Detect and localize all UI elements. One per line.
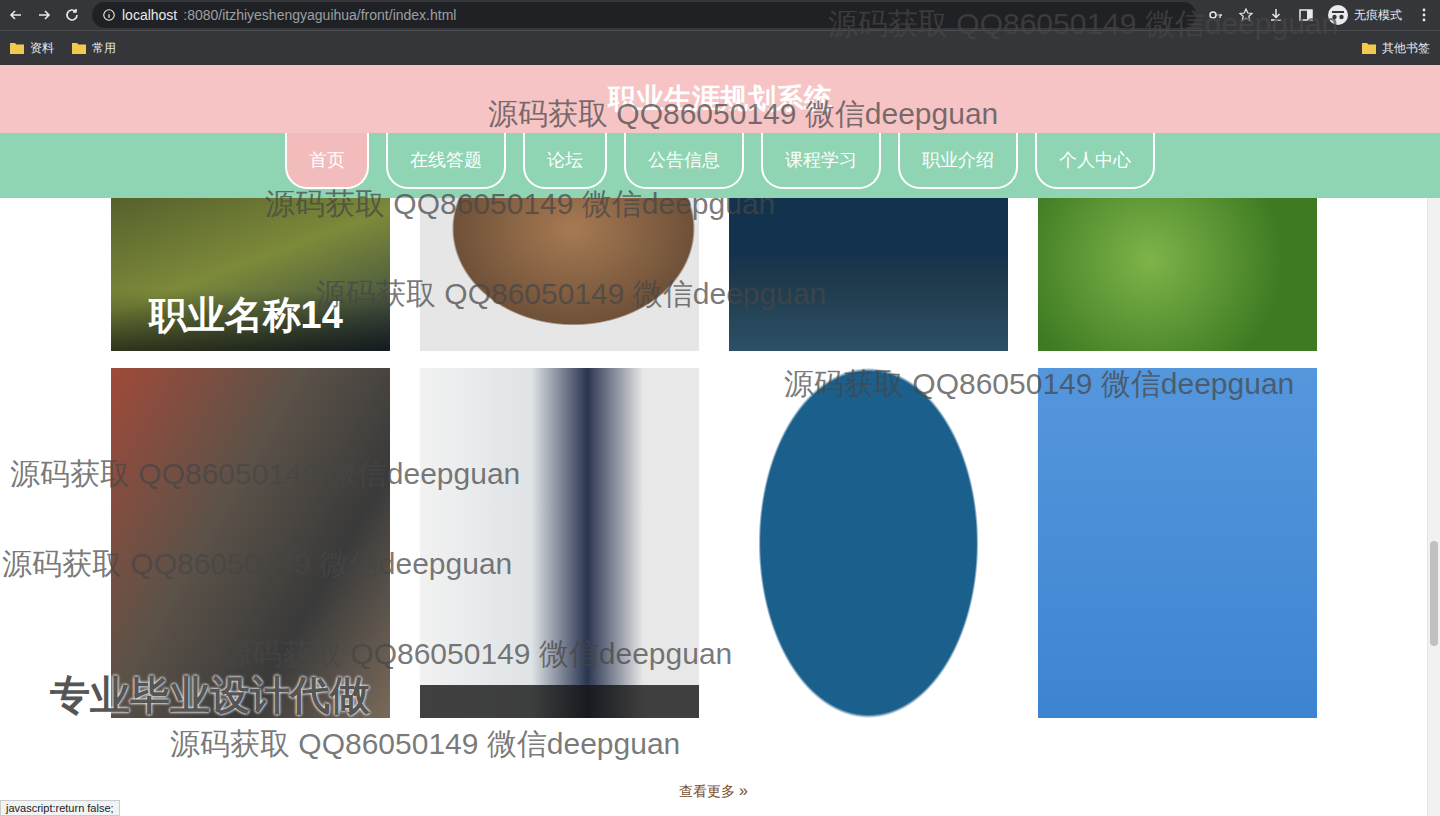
profile-label: 无痕模式 [1354, 7, 1402, 24]
watermark: 源码获取 QQ86050149 微信deepguan [222, 634, 732, 675]
incognito-icon [1328, 5, 1348, 25]
key-icon[interactable] [1208, 7, 1224, 23]
career-card[interactable] [420, 368, 699, 718]
status-bar: javascript:return false; [0, 800, 120, 816]
url-path: :8080/itzhiyeshengyaguihua/front/index.h… [183, 7, 456, 23]
card-caption: 职业名称14 [111, 290, 390, 351]
career-card[interactable] [1038, 198, 1317, 351]
watermark: 源码获取 QQ86050149 微信deepguan [828, 4, 1338, 45]
scrollbar-thumb[interactable] [1430, 541, 1438, 646]
nav-item[interactable]: 课程学习 [761, 133, 881, 189]
nav-item[interactable]: 职业介绍 [898, 133, 1018, 189]
ad-watermark: 专业毕业设计代做 [50, 668, 370, 723]
browser-toolbar: localhost :8080/itzhiyeshengyaguihua/fron… [0, 0, 1440, 30]
address-bar[interactable]: localhost :8080/itzhiyeshengyaguihua/fron… [92, 2, 1196, 28]
forward-icon[interactable] [36, 7, 52, 23]
folder-icon [72, 42, 86, 54]
career-card[interactable] [111, 368, 390, 718]
watermark: 源码获取 QQ86050149 微信deepguan [10, 454, 520, 495]
main-nav: 首页在线答题论坛公告信息课程学习职业介绍个人中心 [0, 133, 1440, 198]
browser-window: localhost :8080/itzhiyeshengyaguihua/fron… [0, 0, 1440, 816]
watermark: 源码获取 QQ86050149 微信deepguan [784, 364, 1294, 405]
scrollbar[interactable] [1427, 198, 1440, 816]
watermark: 源码获取 QQ86050149 微信deepguan [170, 724, 680, 765]
bookmarks-bar: 资料 常用 其他书签 [0, 30, 1440, 65]
career-list: 职业名称14 查看更多 » [0, 198, 1427, 816]
content-area: 职业名称14 查看更多 » [0, 198, 1440, 816]
reload-icon[interactable] [64, 7, 80, 23]
folder-icon [1362, 42, 1376, 54]
nav-item[interactable]: 个人中心 [1035, 133, 1155, 189]
info-icon[interactable] [102, 8, 116, 22]
nav-item[interactable]: 论坛 [523, 133, 607, 189]
site-header: 职业生涯规划系统 [0, 65, 1440, 133]
url-host: localhost [122, 7, 177, 23]
site-title: 职业生涯规划系统 [608, 80, 832, 118]
watermark: 源码获取 QQ86050149 微信deepguan [316, 274, 826, 315]
watermark: 源码获取 QQ86050149 微信deepguan [2, 544, 512, 585]
career-card[interactable] [729, 198, 1008, 351]
career-card[interactable]: 职业名称14 [111, 198, 390, 351]
nav-item[interactable]: 在线答题 [386, 133, 506, 189]
career-card[interactable] [1038, 368, 1317, 718]
other-bookmarks[interactable]: 其他书签 [1362, 40, 1430, 57]
career-card[interactable] [420, 198, 699, 351]
chevron-icon: » [739, 782, 748, 799]
star-icon[interactable] [1238, 7, 1254, 23]
download-icon[interactable] [1268, 7, 1284, 23]
sidebar-icon[interactable] [1298, 7, 1314, 23]
toolbar-actions: 无痕模式 [1208, 5, 1432, 25]
watermark: 源码获取 QQ86050149 微信deepguan [488, 94, 998, 135]
nav-item[interactable]: 首页 [285, 133, 369, 189]
watermark: 源码获取 QQ86050149 微信deepguan [265, 184, 775, 225]
card-hover-bar [420, 685, 699, 718]
bookmark-folder[interactable]: 资料 [10, 40, 54, 57]
view-more-link[interactable]: 查看更多 » [679, 782, 748, 801]
bookmark-folder[interactable]: 常用 [72, 40, 116, 57]
career-card[interactable] [729, 368, 1008, 718]
career-grid: 职业名称14 [111, 198, 1317, 718]
incognito-profile[interactable]: 无痕模式 [1328, 5, 1402, 25]
menu-icon[interactable] [1416, 7, 1432, 23]
nav-item[interactable]: 公告信息 [624, 133, 744, 189]
back-icon[interactable] [8, 7, 24, 23]
folder-icon [10, 42, 24, 54]
